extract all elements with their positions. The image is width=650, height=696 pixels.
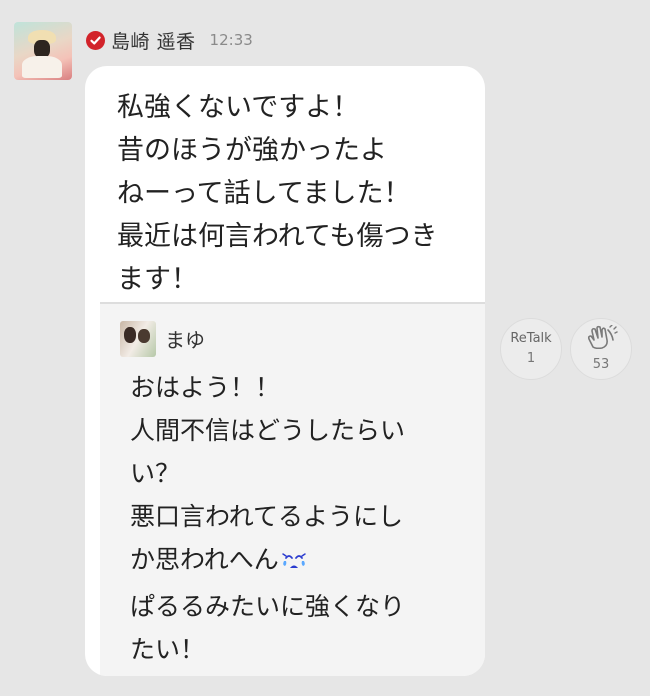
quote-text-main: おはよう！！ 人間不信はどうしたらい い？ 悪口言われてるようにし か思われへん (130, 373, 406, 574)
retalk-button[interactable]: ReTalk 1 (500, 318, 562, 380)
quote-avatar-person-1 (124, 327, 136, 343)
avatar-dress (22, 56, 62, 78)
quote-author-avatar (120, 321, 156, 357)
clap-count: 53 (592, 357, 610, 372)
quote-text: おはよう！！ 人間不信はどうしたらい い？ 悪口言われてるようにし か思われへん… (130, 366, 405, 671)
author-avatar[interactable] (14, 22, 72, 80)
quote-text-end: ぱるるみたいに強くなり たい！ (130, 592, 406, 664)
quoted-message[interactable]: まゆ おはよう！！ 人間不信はどうしたらい い？ 悪口言われてるようにし か思わ… (100, 302, 485, 676)
verified-check-icon (86, 30, 105, 50)
quote-avatar-person-2 (138, 329, 150, 343)
message-bubble[interactable]: 私強くないですよ！ 昔のほうが強かったよ ねーって話してました！ 最近は何言われ… (85, 66, 485, 676)
post-time: 12:33 (209, 31, 253, 49)
clapping-hands-icon (584, 324, 618, 353)
post-header: 島崎 遥香 12:33 (86, 27, 253, 53)
quote-author-name: まゆ (165, 328, 205, 352)
author-name[interactable]: 島崎 遥香 (111, 27, 196, 54)
retalk-label: ReTalk (510, 331, 552, 346)
message-text: 私強くないですよ！ 昔のほうが強かったよ ねーって話してました！ 最近は何言われ… (117, 92, 438, 295)
retalk-count: 1 (526, 351, 536, 366)
clap-button[interactable]: 53 (570, 318, 632, 380)
crying-face-icon (281, 542, 307, 585)
